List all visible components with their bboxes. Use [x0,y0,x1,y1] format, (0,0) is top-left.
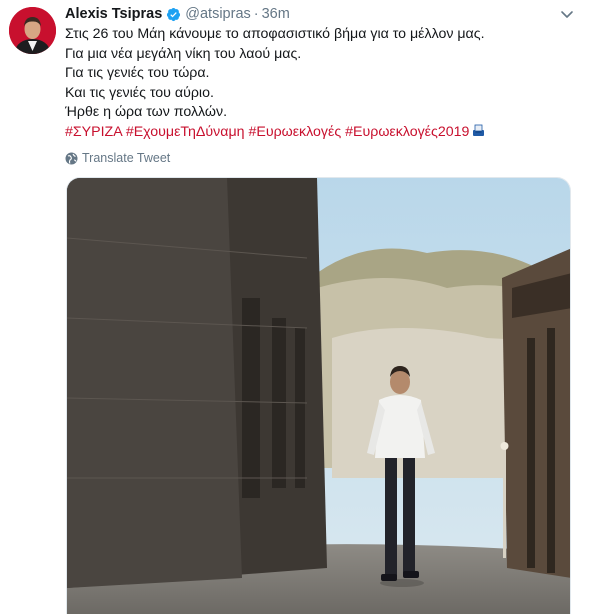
tweet-timestamp[interactable]: 36m [262,6,290,22]
tweet-line: Στις 26 του Μάη κάνουμε το αποφασιστικό … [65,26,485,42]
tweet-line: Για μια νέα μεγάλη νίκη του λαού μας. [65,45,302,62]
translate-tweet-label: Translate Tweet [82,151,171,165]
ballot-box-emoji-icon [473,124,485,136]
globe-icon [65,152,78,164]
translate-tweet-link[interactable]: Translate Tweet [65,150,170,166]
hashtag-link[interactable]: #ΕχουμεΤηΔύναμη [126,124,245,140]
hashtag-link[interactable]: #Ευρωεκλογές [248,124,341,140]
tweet-line: Ήρθε η ώρα των πολλών. [65,104,228,121]
hashtag-link[interactable]: #ΣΥΡΙΖΑ [65,124,122,140]
video-frame [67,178,570,614]
separator-dot: · [253,6,259,22]
tweet-header: Alexis Tsipras @atsipras · 36m [65,4,290,24]
hashtag-link[interactable]: #Ευρωεκλογές2019 [345,124,469,140]
author-name[interactable]: Alexis Tsipras [65,6,162,22]
avatar[interactable] [9,7,56,54]
tweet-line: Και τις γενιές του αύριο. [65,84,214,101]
tweet[interactable]: Alexis Tsipras @atsipras · 36m Στις 26 τ… [0,0,589,614]
video-player[interactable] [66,177,571,614]
verified-badge-icon [167,7,181,21]
author-handle[interactable]: @atsipras [185,6,251,22]
tweet-text: Στις 26 του Μάη κάνουμε το αποφασιστικό … [65,25,575,143]
chevron-down-icon[interactable] [559,6,575,22]
hashtag-line: #ΣΥΡΙΖΑ #ΕχουμεΤηΔύναμη #Ευρωεκλογές #Ευ… [65,123,575,143]
tweet-line: Για τις γενιές του τώρα. [65,65,210,82]
